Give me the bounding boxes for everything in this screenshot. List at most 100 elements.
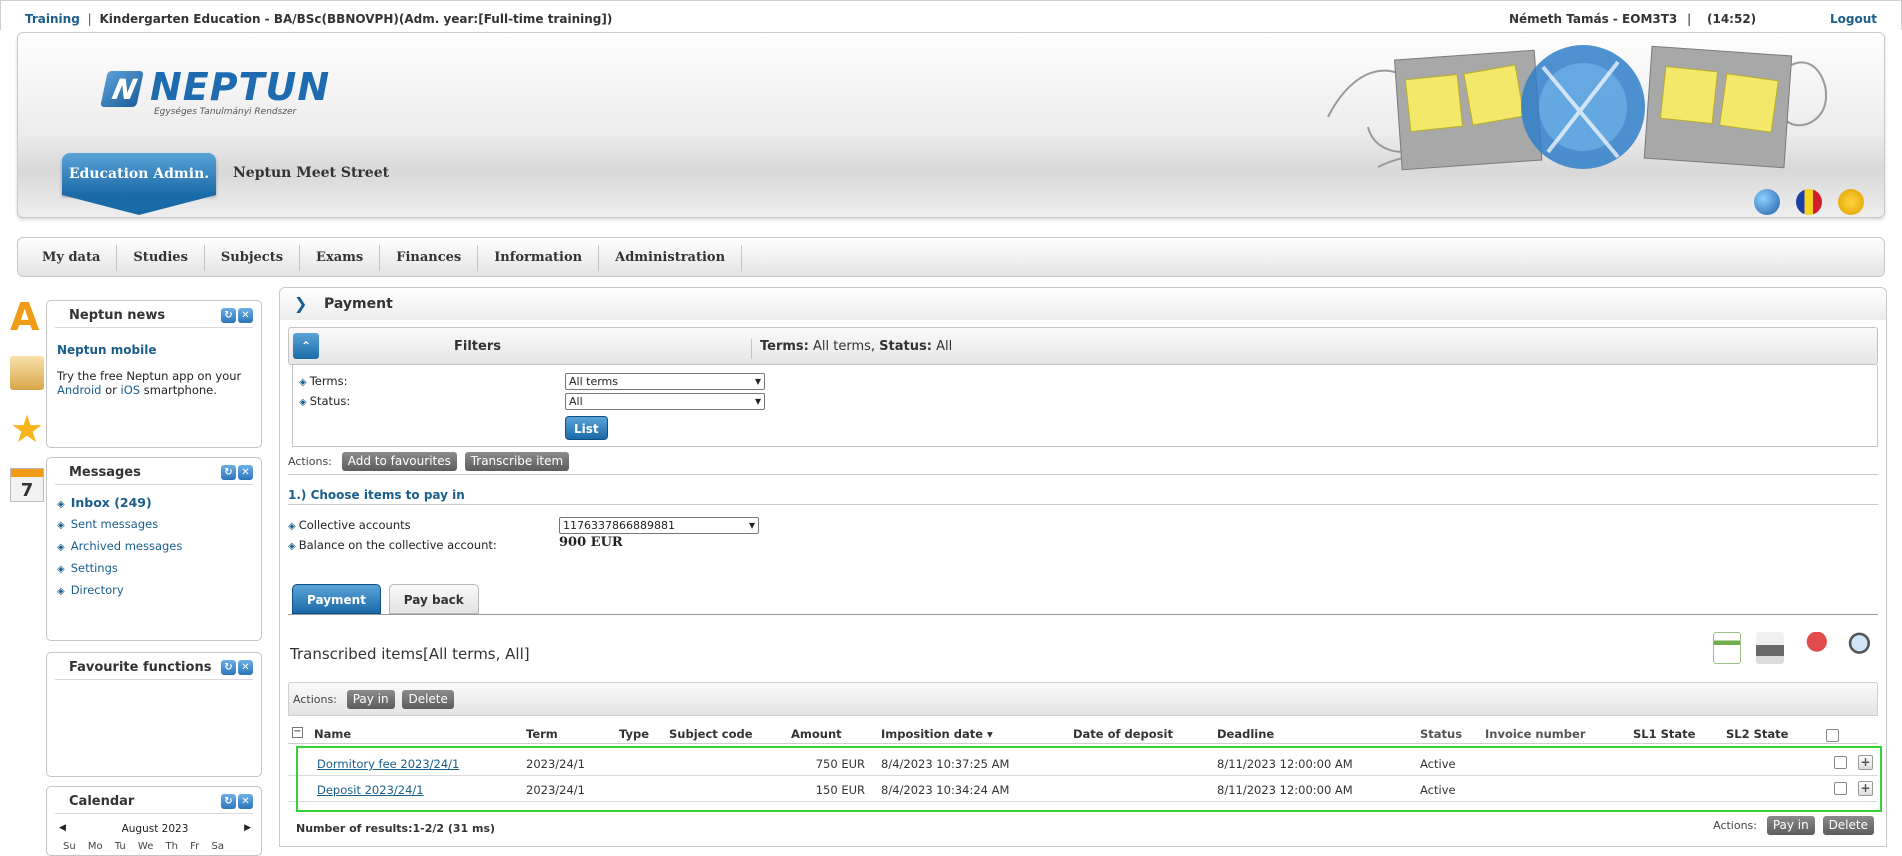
expand-row-icon[interactable]: + xyxy=(1858,781,1873,796)
close-icon[interactable]: ✕ xyxy=(238,660,253,675)
col-sl2-state[interactable]: SL2 State xyxy=(1726,727,1788,741)
diamond-icon: ◈ xyxy=(299,397,307,408)
menu-information[interactable]: Information xyxy=(478,245,600,271)
android-link[interactable]: Android xyxy=(57,383,101,397)
pay-in-button[interactable]: Pay in xyxy=(346,690,395,709)
tab-pay-back[interactable]: Pay back xyxy=(388,584,479,614)
add-to-favourites-button[interactable]: Add to favourites xyxy=(341,452,457,471)
mail-icon[interactable] xyxy=(10,356,44,390)
transcribe-item-button[interactable]: Transcribe item xyxy=(464,452,570,471)
refresh-icon[interactable]: ↻ xyxy=(221,660,236,675)
actions-label: Actions: xyxy=(1713,819,1757,832)
messages-item-directory: ◈ Directory xyxy=(57,583,261,605)
diamond-icon: ◈ xyxy=(57,499,65,510)
filters-bar[interactable]: ⌃ Filters Terms: All terms, Status: All xyxy=(288,327,1878,365)
language-flag-icon[interactable] xyxy=(1796,189,1823,215)
menu-my-data[interactable]: My data xyxy=(26,245,118,271)
menu-finances[interactable]: Finances xyxy=(380,245,479,271)
collapse-icon[interactable]: ⌃ xyxy=(293,333,319,359)
table-row: Dormitory fee 2023/24/1 2023/24/1 750 EU… xyxy=(288,750,1878,776)
menu-subjects[interactable]: Subjects xyxy=(205,245,301,271)
accessibility-icon[interactable] xyxy=(1838,189,1864,215)
logout-link[interactable]: Logout xyxy=(1830,12,1877,26)
expand-row-icon[interactable]: + xyxy=(1858,755,1873,770)
collective-accounts-select[interactable]: 1176337866889881 xyxy=(559,517,759,534)
menu-administration[interactable]: Administration xyxy=(599,245,743,271)
filters-label: Filters xyxy=(454,339,501,354)
settings-link[interactable]: Settings xyxy=(71,561,118,575)
row-amount: 150 EUR xyxy=(815,783,865,797)
messages-item-inbox: ◈ Inbox (249) xyxy=(57,495,261,517)
divider xyxy=(288,474,1878,475)
row-checkbox[interactable] xyxy=(1834,756,1847,769)
summary-status-value: All xyxy=(936,339,953,354)
row-checkbox[interactable] xyxy=(1834,782,1847,795)
pay-in-button-bottom[interactable]: Pay in xyxy=(1766,816,1815,835)
excel-export-icon[interactable] xyxy=(1712,632,1741,664)
star-icon[interactable]: ★ xyxy=(10,410,44,448)
diamond-icon: ◈ xyxy=(57,586,65,597)
grid-title: Transcribed items[All terms, All] xyxy=(290,645,530,663)
diamond-icon: ◈ xyxy=(288,541,296,552)
col-imposition-date[interactable]: Imposition date ▾ xyxy=(881,727,993,741)
font-size-icon[interactable]: A xyxy=(10,298,44,336)
col-date-of-deposit[interactable]: Date of deposit xyxy=(1073,727,1173,741)
close-icon[interactable]: ✕ xyxy=(238,794,253,809)
training-link[interactable]: Training xyxy=(25,12,80,26)
payment-panel: ❯ Payment ⌃ Filters Terms: All terms, St… xyxy=(279,287,1887,847)
calendar-month-nav: ◀ August 2023 ▶ xyxy=(47,823,263,835)
list-button[interactable]: List xyxy=(565,416,608,440)
delete-button[interactable]: Delete xyxy=(402,690,454,709)
grid-tools xyxy=(1701,632,1872,667)
col-status[interactable]: Status xyxy=(1420,727,1462,741)
diamond-icon: ◈ xyxy=(57,564,65,575)
search-icon[interactable] xyxy=(1844,632,1872,664)
col-type[interactable]: Type xyxy=(619,727,649,741)
pin-icon[interactable] xyxy=(1800,632,1829,664)
sent-messages-link[interactable]: Sent messages xyxy=(71,517,159,531)
terms-select[interactable]: All terms xyxy=(565,373,765,390)
row-amount: 750 EUR xyxy=(815,757,865,771)
collapse-all-icon[interactable]: − xyxy=(292,727,303,738)
col-term[interactable]: Term xyxy=(526,727,558,741)
divider xyxy=(288,504,1878,505)
imposition-date-label: Imposition date xyxy=(881,727,984,741)
refresh-icon[interactable]: ↻ xyxy=(221,465,236,480)
menu-studies[interactable]: Studies xyxy=(117,245,205,271)
next-month-icon[interactable]: ▶ xyxy=(244,823,251,833)
menu-exams[interactable]: Exams xyxy=(300,245,381,271)
refresh-icon[interactable]: ↻ xyxy=(221,794,236,809)
globe-icon[interactable] xyxy=(1754,189,1781,215)
close-icon[interactable]: ✕ xyxy=(238,465,253,480)
select-all-checkbox[interactable] xyxy=(1826,729,1839,742)
bottom-actions: Actions: Pay in Delete xyxy=(1713,816,1878,835)
program-name: Kindergarten Education - BA/BSc(BBNOVPH)… xyxy=(99,12,613,26)
meet-street-link[interactable]: Neptun Meet Street xyxy=(233,165,389,181)
print-icon[interactable] xyxy=(1756,632,1785,664)
archived-messages-link[interactable]: Archived messages xyxy=(71,539,183,553)
col-name[interactable]: Name xyxy=(314,727,351,741)
col-deadline[interactable]: Deadline xyxy=(1217,727,1274,741)
item-name-link[interactable]: Deposit 2023/24/1 xyxy=(317,783,424,797)
status-select[interactable]: All xyxy=(565,393,765,410)
refresh-icon[interactable]: ↻ xyxy=(221,308,236,323)
item-name-link[interactable]: Dormitory fee 2023/24/1 xyxy=(317,757,459,771)
col-subject-code[interactable]: Subject code xyxy=(669,727,753,741)
directory-link[interactable]: Directory xyxy=(71,583,124,597)
diamond-icon: ◈ xyxy=(299,377,307,388)
session-timer: (14:52) xyxy=(1706,12,1757,26)
col-amount[interactable]: Amount xyxy=(791,727,842,741)
top-bar: Training | Kindergarten Education - BA/B… xyxy=(0,0,1902,30)
education-admin-tab[interactable]: Education Admin. xyxy=(62,153,216,215)
col-invoice-number[interactable]: Invoice number xyxy=(1485,727,1586,741)
close-icon[interactable]: ✕ xyxy=(238,308,253,323)
prev-month-icon[interactable]: ◀ xyxy=(59,823,66,833)
calendar-icon[interactable]: 7 xyxy=(10,468,44,502)
inbox-link[interactable]: Inbox (249) xyxy=(71,495,152,510)
tab-payment[interactable]: Payment xyxy=(292,584,381,614)
row-imposition-date: 8/4/2023 10:34:24 AM xyxy=(881,783,1010,797)
col-sl1-state[interactable]: SL1 State xyxy=(1633,727,1695,741)
delete-button-bottom[interactable]: Delete xyxy=(1822,816,1874,835)
box-header: Messages ↻ ✕ xyxy=(55,458,253,485)
ios-link[interactable]: iOS xyxy=(121,383,141,397)
